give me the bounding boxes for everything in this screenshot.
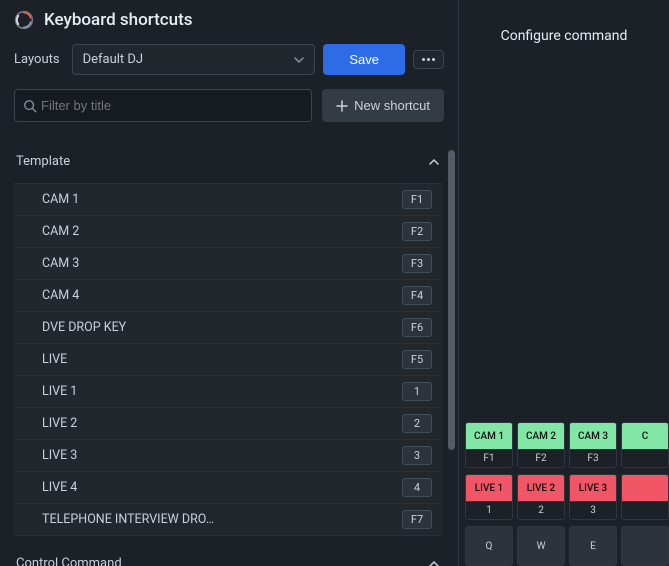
more-options-button[interactable] [413, 50, 444, 69]
keyboard-key-binding [622, 449, 668, 467]
keyboard-key-label: C [622, 423, 668, 449]
shortcut-row[interactable]: LIVE 2 2 [14, 407, 442, 439]
page-title: Keyboard shortcuts [44, 10, 193, 30]
key-badge: 4 [402, 478, 432, 497]
keyboard-key-label [622, 475, 668, 501]
keyboard-key-label: CAM 2 [518, 423, 564, 449]
keyboard-key[interactable] [621, 474, 669, 520]
shortcut-name: DVE DROP KEY [42, 320, 126, 335]
keyboard-key-label: LIVE 1 [466, 475, 512, 501]
titlebar: Keyboard shortcuts [0, 0, 458, 44]
section-header-template[interactable]: Template [14, 148, 442, 175]
shortcut-name: LIVE 2 [42, 416, 77, 431]
keyboard-key[interactable]: W [517, 526, 565, 566]
shortcut-name: LIVE 3 [42, 448, 77, 463]
shortcut-keys: 4 [402, 478, 432, 497]
shortcut-keys: 3 [402, 446, 432, 465]
shortcut-row[interactable]: DVE DROP KEY F6 [14, 311, 442, 343]
save-button[interactable]: Save [323, 44, 405, 75]
keyboard-key-binding [622, 501, 668, 519]
shortcut-name: LIVE 4 [42, 480, 77, 495]
search-field-wrap[interactable] [14, 89, 312, 122]
keyboard-key[interactable]: LIVE 11 [465, 474, 513, 520]
keyboard-key-binding: 3 [570, 501, 616, 519]
shortcut-keys: F3 [402, 254, 432, 273]
shortcut-name: CAM 2 [42, 224, 79, 239]
keyboard-key[interactable]: CAM 1F1 [465, 422, 513, 468]
search-icon [23, 99, 37, 113]
shortcut-keys: 1 [402, 382, 432, 401]
layout-select[interactable]: Default DJ [72, 44, 316, 75]
section-title: Control Command [16, 556, 122, 566]
keyboard-key[interactable]: LIVE 22 [517, 474, 565, 520]
keyboard-key-label: LIVE 2 [518, 475, 564, 501]
shortcut-name: CAM 1 [42, 192, 79, 207]
app-logo-icon [14, 10, 34, 30]
shortcut-name: LIVE 1 [42, 384, 77, 399]
shortcut-row[interactable]: LIVE 3 3 [14, 439, 442, 471]
keyboard-key-binding: F3 [570, 449, 616, 467]
shortcut-name: TELEPHONE INTERVIEW DRO… [42, 512, 214, 527]
keyboard-key[interactable]: CAM 3F3 [569, 422, 617, 468]
shortcut-row[interactable]: LIVE 1 1 [14, 375, 442, 407]
section-header-control[interactable]: Control Command [14, 550, 442, 566]
shortcut-keys: F5 [402, 350, 432, 369]
shortcut-row[interactable]: LIVE 4 4 [14, 471, 442, 503]
shortcut-keys: F2 [402, 222, 432, 241]
key-badge: F3 [402, 254, 432, 273]
shortcut-keys: F4 [402, 286, 432, 305]
keyboard-key-label: CAM 1 [466, 423, 512, 449]
key-badge: 1 [402, 382, 432, 401]
keyboard-key[interactable] [621, 526, 669, 566]
keyboard-key-label: CAM 3 [570, 423, 616, 449]
scrollbar-thumb[interactable] [448, 150, 455, 450]
keyboard-preview: CAM 1F1CAM 2F2CAM 3F3C LIVE 11LIVE 22LIV… [459, 422, 669, 566]
key-badge: 3 [402, 446, 432, 465]
shortcut-keys: F7 [402, 510, 432, 529]
shortcut-row[interactable]: CAM 1 F1 [14, 183, 442, 215]
plus-icon [336, 100, 348, 112]
shortcut-name: CAM 4 [42, 288, 79, 303]
new-shortcut-label: New shortcut [354, 98, 430, 113]
shortcut-row[interactable]: CAM 4 F4 [14, 279, 442, 311]
keyboard-key-label: LIVE 3 [570, 475, 616, 501]
keyboard-key[interactable]: LIVE 33 [569, 474, 617, 520]
shortcut-row[interactable]: CAM 2 F2 [14, 215, 442, 247]
keyboard-key[interactable]: Q [465, 526, 513, 566]
key-badge: F7 [402, 510, 432, 529]
keyboard-key-binding: F1 [466, 449, 512, 467]
chevron-up-icon [428, 156, 440, 168]
shortcut-name: CAM 3 [42, 256, 79, 271]
key-badge: F2 [402, 222, 432, 241]
layout-selected-value: Default DJ [83, 52, 144, 67]
shortcut-row[interactable]: TELEPHONE INTERVIEW DRO… F7 [14, 503, 442, 536]
key-badge: F4 [402, 286, 432, 305]
keyboard-key[interactable]: CAM 2F2 [517, 422, 565, 468]
shortcut-keys: 2 [402, 414, 432, 433]
shortcut-keys: F6 [402, 318, 432, 337]
keyboard-key-binding: 2 [518, 501, 564, 519]
shortcut-row[interactable]: CAM 3 F3 [14, 247, 442, 279]
key-badge: 2 [402, 414, 432, 433]
shortcut-row[interactable]: LIVE F5 [14, 343, 442, 375]
key-badge: F5 [402, 350, 432, 369]
key-badge: F6 [402, 318, 432, 337]
keyboard-key-binding: F2 [518, 449, 564, 467]
shortcut-keys: F1 [402, 190, 432, 209]
chevron-up-icon [428, 558, 440, 566]
layouts-label: Layouts [14, 52, 60, 67]
chevron-down-icon [293, 54, 305, 66]
section-title: Template [16, 154, 70, 169]
key-badge: F1 [402, 190, 432, 209]
shortcut-name: LIVE [42, 352, 67, 367]
filter-input[interactable] [37, 90, 303, 121]
keyboard-key-binding: 1 [466, 501, 512, 519]
keyboard-key[interactable]: E [569, 526, 617, 566]
configure-command-title: Configure command [459, 0, 669, 64]
new-shortcut-button[interactable]: New shortcut [322, 89, 444, 122]
keyboard-key[interactable]: C [621, 422, 669, 468]
